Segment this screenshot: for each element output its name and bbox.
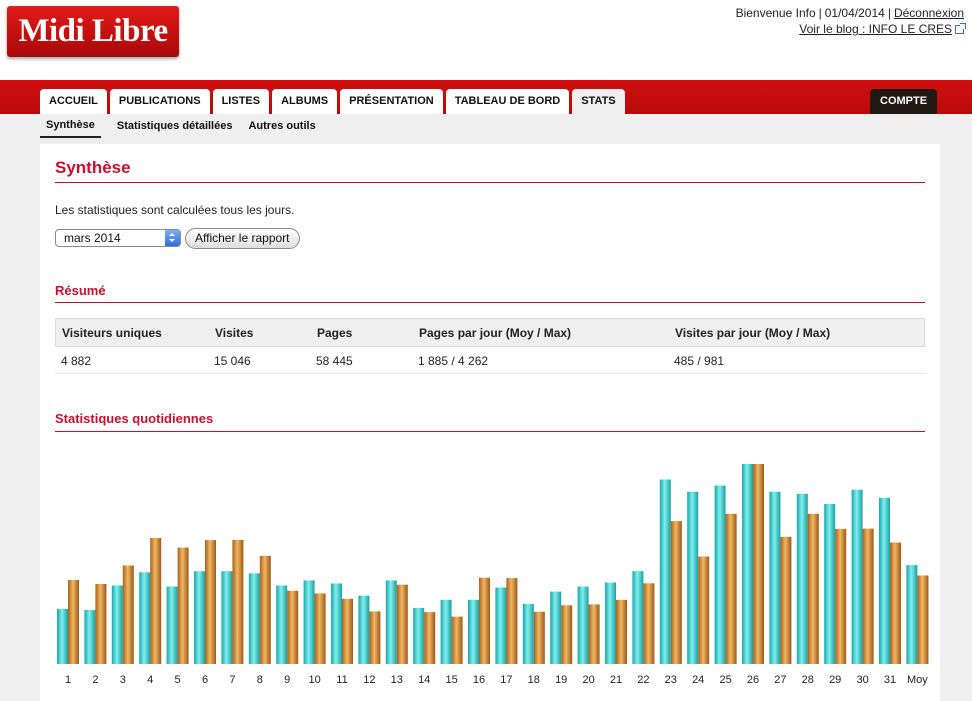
main-tabs: ACCUEIL PUBLICATIONS LISTES ALBUMS PRÉSE… [40, 89, 625, 114]
subtab-synthese[interactable]: Synthèse [40, 114, 101, 138]
page-title: Synthèse [55, 158, 131, 177]
tab-presentation[interactable]: PRÉSENTATION [340, 89, 443, 114]
table-cell: 58 445 [316, 354, 353, 368]
title-divider [55, 182, 925, 183]
user-info: Bienvenue Info | 01/04/2014 | Déconnexion Vo… [735, 6, 966, 36]
column-header: Visites [215, 326, 254, 340]
table-cell: 4 882 [61, 354, 92, 368]
page-description: Les statistiques sont calculées tous les… [55, 203, 295, 217]
select-arrows-icon [165, 230, 180, 246]
summary-table-header: Visiteurs uniques Visites Pages Pages pa… [55, 318, 925, 347]
current-date: 01/04/2014 [824, 6, 885, 20]
summary-divider [55, 302, 925, 303]
external-link-icon [955, 23, 966, 34]
summary-title: Résumé [55, 283, 106, 298]
subtab-autres-outils[interactable]: Autres outils [248, 114, 315, 138]
midi-libre-logo[interactable]: Midi Libre [7, 6, 179, 57]
subtab-statistiques-detaillees[interactable]: Statistiques détaillées [117, 114, 233, 138]
logout-link[interactable]: Déconnexion [894, 6, 964, 20]
tab-albums[interactable]: ALBUMS [272, 89, 338, 114]
show-report-button[interactable]: Afficher le rapport [185, 228, 300, 249]
sub-navigation: Synthèse Statistiques détaillées Autres … [40, 114, 316, 138]
tab-accueil[interactable]: ACCUEIL [40, 89, 107, 114]
column-header: Pages par jour (Moy / Max) [419, 326, 572, 340]
tab-compte[interactable]: COMPTE [870, 89, 938, 114]
welcome-text: Bienvenue Info [735, 6, 816, 20]
month-select[interactable]: mars 2014 [55, 229, 181, 247]
tab-listes[interactable]: LISTES [212, 89, 270, 114]
column-header: Pages [317, 326, 353, 340]
column-header: Visites par jour (Moy / Max) [675, 326, 831, 340]
month-select-value: mars 2014 [64, 231, 121, 245]
tab-publications[interactable]: PUBLICATIONS [109, 89, 210, 114]
column-header: Visiteurs uniques [62, 326, 162, 340]
daily-stats-title: Statistiques quotidiennes [55, 411, 214, 426]
table-cell: 485 / 981 [674, 354, 725, 368]
tab-stats[interactable]: STATS [572, 89, 625, 114]
table-cell: 1 885 / 4 262 [418, 354, 489, 368]
table-cell: 15 046 [214, 354, 251, 368]
summary-table-row: 4 882 15 046 58 445 1 885 / 4 262 485 / … [55, 347, 925, 374]
tab-tableau-de-bord[interactable]: TABLEAU DE BORD [445, 89, 570, 114]
blog-link[interactable]: Voir le blog : INFO LE CRES [799, 22, 952, 36]
daily-stats-divider [55, 431, 925, 432]
